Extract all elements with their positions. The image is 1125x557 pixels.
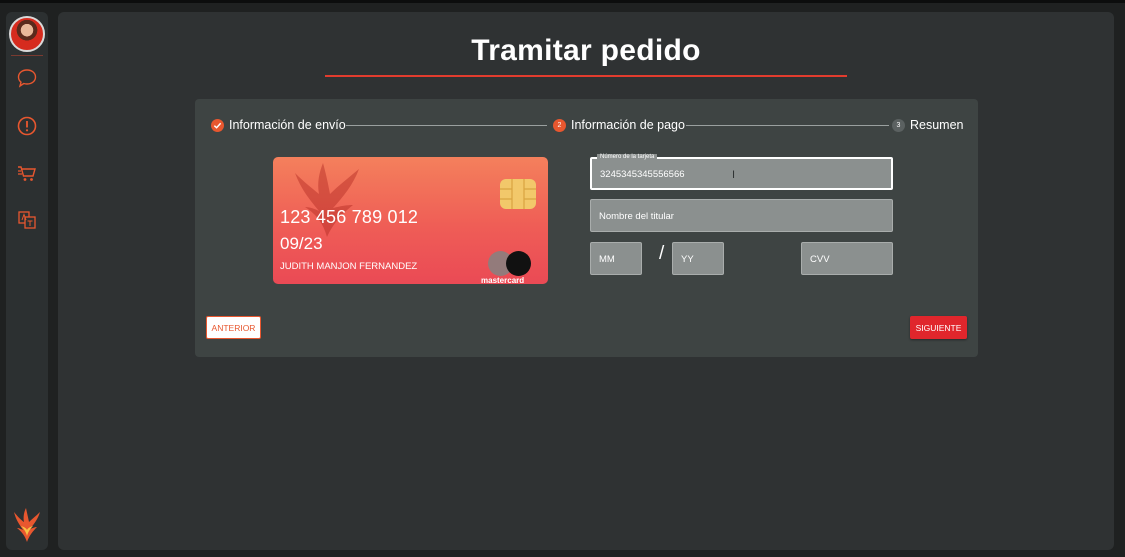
cardholder-name-input[interactable]: Nombre del titular <box>590 199 893 232</box>
user-avatar[interactable] <box>9 16 45 52</box>
step-payment[interactable]: 2 Información de pago <box>553 118 685 132</box>
card-expiry-display: 09/23 <box>280 234 323 253</box>
card-number-field[interactable]: 3245345345556566 I <box>590 157 893 190</box>
step-summary[interactable]: 3 Resumen <box>892 118 964 132</box>
step-summary-label: Resumen <box>910 118 964 132</box>
window-top-border <box>0 0 1125 3</box>
page-title: Tramitar pedido <box>471 34 701 67</box>
stepper-connector <box>686 125 889 126</box>
alert-circle-icon[interactable] <box>16 115 38 137</box>
credit-card-preview: 123 456 789 012 09/23 JUDITH MANJON FERN… <box>273 157 548 284</box>
cvv-input[interactable]: CVV <box>801 242 893 275</box>
card-number-value: 3245345345556566 <box>600 169 685 180</box>
card-chip-icon <box>500 179 536 209</box>
mastercard-logo-icon <box>506 251 531 276</box>
expiry-month-placeholder: MM <box>599 254 615 265</box>
text-cursor-icon: I <box>732 169 736 181</box>
card-holder-display: JUDITH MANJON FERNANDEZ <box>280 261 418 272</box>
step-shipping[interactable]: Información de envío <box>211 118 346 132</box>
expiry-year-placeholder: YY <box>681 254 694 265</box>
phoenix-logo-icon <box>14 508 40 542</box>
card-brand-label: mastercard <box>481 276 525 284</box>
title-underline <box>325 75 847 77</box>
avatar-divider <box>11 55 43 56</box>
previous-button[interactable]: ANTERIOR <box>206 316 261 339</box>
cardholder-name-placeholder: Nombre del titular <box>599 211 674 222</box>
card-number-display: 123 456 789 012 <box>280 207 419 227</box>
step-shipping-label: Información de envío <box>229 118 346 132</box>
main-panel: Tramitar pedido Información de envío 2 I… <box>58 12 1114 550</box>
sidebar <box>6 12 48 550</box>
chat-bubble-icon[interactable] <box>16 67 38 89</box>
shopping-cart-icon[interactable] <box>16 162 38 184</box>
check-icon <box>211 118 224 132</box>
next-button[interactable]: SIGUIENTE <box>910 316 967 339</box>
stepper-connector <box>346 125 547 126</box>
translate-icon[interactable] <box>16 209 38 231</box>
expiry-year-input[interactable]: YY <box>672 242 724 275</box>
expiry-month-input[interactable]: MM <box>590 242 642 275</box>
expiry-separator: / <box>659 243 665 264</box>
step-payment-label: Información de pago <box>571 118 685 132</box>
checkout-form-card: Información de envío 2 Información de pa… <box>195 99 978 357</box>
cvv-placeholder: CVV <box>810 254 830 265</box>
card-number-label: Número de la tarjeta <box>597 154 658 160</box>
step-summary-number: 3 <box>892 118 905 132</box>
step-payment-number: 2 <box>553 118 566 132</box>
